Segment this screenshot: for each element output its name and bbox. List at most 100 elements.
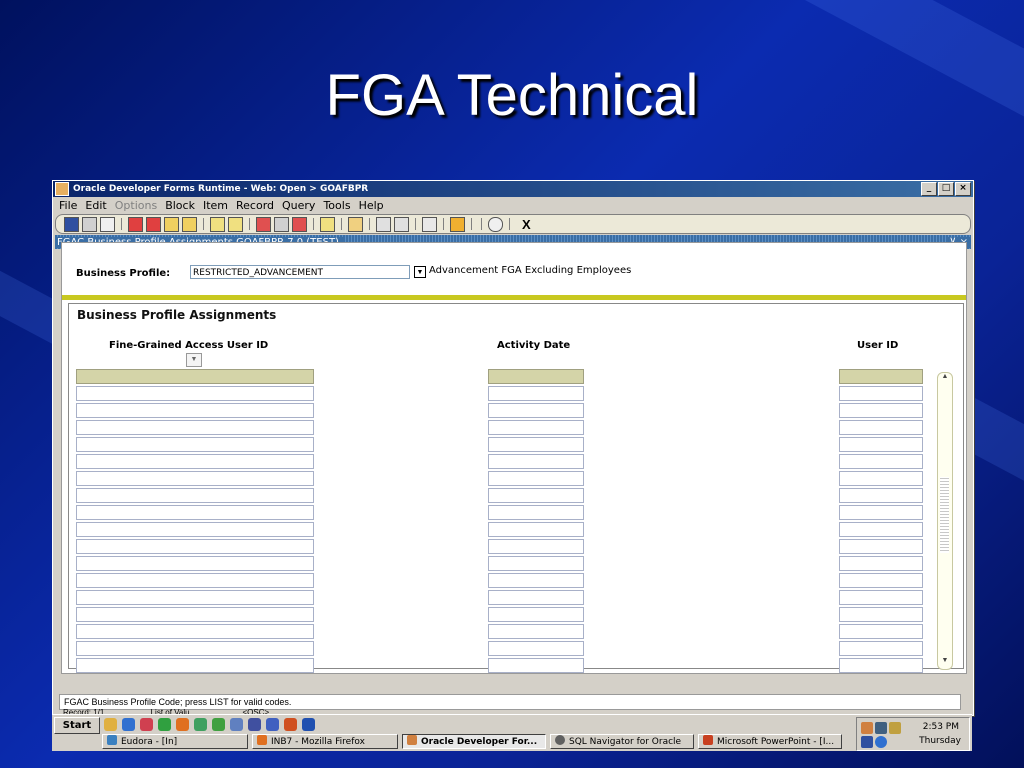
activity-date-cell[interactable] <box>488 641 584 656</box>
tray-network-icon[interactable] <box>875 722 887 734</box>
minimize-button[interactable]: _ <box>921 182 937 196</box>
activity-date-cell[interactable] <box>488 658 584 673</box>
user-id-cell[interactable] <box>839 420 923 435</box>
user-id-cell[interactable] <box>839 590 923 605</box>
activity-date-cell[interactable] <box>488 505 584 520</box>
network-icon[interactable] <box>230 718 243 731</box>
activity-date-cell[interactable] <box>488 522 584 537</box>
fga-user-cell[interactable] <box>76 624 314 639</box>
excel-icon[interactable] <box>158 718 171 731</box>
activity-date-cell[interactable] <box>488 471 584 486</box>
powerpoint-icon[interactable] <box>284 718 297 731</box>
user-id-cell[interactable] <box>839 624 923 639</box>
user-id-cell[interactable] <box>839 454 923 469</box>
fga-user-cell[interactable] <box>76 369 314 384</box>
count-query-icon[interactable] <box>274 216 289 232</box>
user-id-cell[interactable] <box>839 369 923 384</box>
user-id-cell[interactable] <box>839 573 923 588</box>
list-values-icon[interactable] <box>256 216 271 232</box>
menu-record[interactable]: Record <box>236 199 274 212</box>
exit-icon[interactable] <box>320 216 335 232</box>
user-id-cell[interactable] <box>839 403 923 418</box>
print-icon[interactable] <box>348 216 363 232</box>
menu-item[interactable]: Item <box>203 199 228 212</box>
navigation-icon[interactable] <box>450 216 465 232</box>
fga-user-cell[interactable] <box>76 641 314 656</box>
print-preview-icon[interactable] <box>100 216 115 232</box>
firefox-icon[interactable] <box>176 718 189 731</box>
scroll-up-arrow-icon[interactable]: ▲ <box>938 373 952 385</box>
fga-user-cell[interactable] <box>76 607 314 622</box>
user-id-cell[interactable] <box>839 437 923 452</box>
fga-user-cell[interactable] <box>76 454 314 469</box>
activity-date-cell[interactable] <box>488 590 584 605</box>
menu-block[interactable]: Block <box>165 199 195 212</box>
menu-options[interactable]: Options <box>115 199 157 212</box>
scroll-thumb[interactable] <box>940 477 949 553</box>
mail-icon[interactable] <box>140 718 153 731</box>
task-eudora[interactable]: Eudora - [In] <box>102 734 248 749</box>
fga-user-cell[interactable] <box>76 522 314 537</box>
maximize-button[interactable]: □ <box>938 182 954 196</box>
user-id-cell[interactable] <box>839 505 923 520</box>
options-icon[interactable] <box>422 216 437 232</box>
ie-icon[interactable] <box>122 718 135 731</box>
execute-query-icon[interactable] <box>228 216 243 232</box>
fga-user-cell[interactable] <box>76 420 314 435</box>
business-profile-dropdown-button[interactable]: ▼ <box>414 266 426 278</box>
activity-date-cell[interactable] <box>488 556 584 571</box>
task-firefox[interactable]: INB7 - Mozilla Firefox <box>252 734 398 749</box>
fga-user-cell[interactable] <box>76 539 314 554</box>
fga-user-cell[interactable] <box>76 556 314 571</box>
explorer-icon[interactable] <box>266 718 279 731</box>
insert-record-icon[interactable] <box>128 216 143 232</box>
fga-user-cell[interactable] <box>76 590 314 605</box>
user-id-cell[interactable] <box>839 488 923 503</box>
menu-edit[interactable]: Edit <box>85 199 106 212</box>
user-id-cell[interactable] <box>839 556 923 571</box>
activity-date-cell[interactable] <box>488 437 584 452</box>
media-icon[interactable] <box>248 718 261 731</box>
rollback-icon[interactable] <box>82 216 97 232</box>
remove-record-icon[interactable] <box>146 216 161 232</box>
fga-user-dropdown-icon[interactable]: ▼ <box>186 353 202 367</box>
user-id-cell[interactable] <box>839 607 923 622</box>
menu-tools[interactable]: Tools <box>323 199 350 212</box>
next-block-icon[interactable] <box>182 216 197 232</box>
user-id-cell[interactable] <box>839 522 923 537</box>
fga-user-cell[interactable] <box>76 471 314 486</box>
cut-icon[interactable] <box>376 216 391 232</box>
activity-date-cell[interactable] <box>488 386 584 401</box>
activity-date-cell[interactable] <box>488 488 584 503</box>
people-icon[interactable] <box>212 718 225 731</box>
fga-user-cell[interactable] <box>76 403 314 418</box>
save-icon[interactable] <box>64 216 79 232</box>
start-button[interactable]: Start <box>54 717 100 734</box>
activity-date-cell[interactable] <box>488 454 584 469</box>
records-scrollbar[interactable]: ▲ ▼ <box>937 372 953 670</box>
scroll-down-arrow-icon[interactable]: ▼ <box>938 657 952 669</box>
previous-block-icon[interactable] <box>164 216 179 232</box>
fga-user-cell[interactable] <box>76 488 314 503</box>
activity-date-cell[interactable] <box>488 624 584 639</box>
menu-help[interactable]: Help <box>359 199 384 212</box>
task-sql-navigator[interactable]: SQL Navigator for Oracle <box>550 734 694 749</box>
user-id-cell[interactable] <box>839 658 923 673</box>
task-powerpoint[interactable]: Microsoft PowerPoint - [I... <box>698 734 842 749</box>
word-icon[interactable] <box>302 718 315 731</box>
fga-user-cell[interactable] <box>76 658 314 673</box>
fga-user-cell[interactable] <box>76 386 314 401</box>
activity-date-cell[interactable] <box>488 539 584 554</box>
exit-x-button[interactable]: X <box>522 217 531 232</box>
enter-query-icon[interactable] <box>210 216 225 232</box>
menu-query[interactable]: Query <box>282 199 315 212</box>
user-id-cell[interactable] <box>839 641 923 656</box>
business-profile-input[interactable]: RESTRICTED_ADVANCEMENT <box>190 265 410 279</box>
user-id-cell[interactable] <box>839 471 923 486</box>
tray-shield-icon[interactable] <box>861 736 873 748</box>
activity-date-cell[interactable] <box>488 403 584 418</box>
close-button[interactable]: × <box>955 182 971 196</box>
activity-date-cell[interactable] <box>488 607 584 622</box>
activity-date-cell[interactable] <box>488 369 584 384</box>
cancel-query-icon[interactable] <box>292 216 307 232</box>
